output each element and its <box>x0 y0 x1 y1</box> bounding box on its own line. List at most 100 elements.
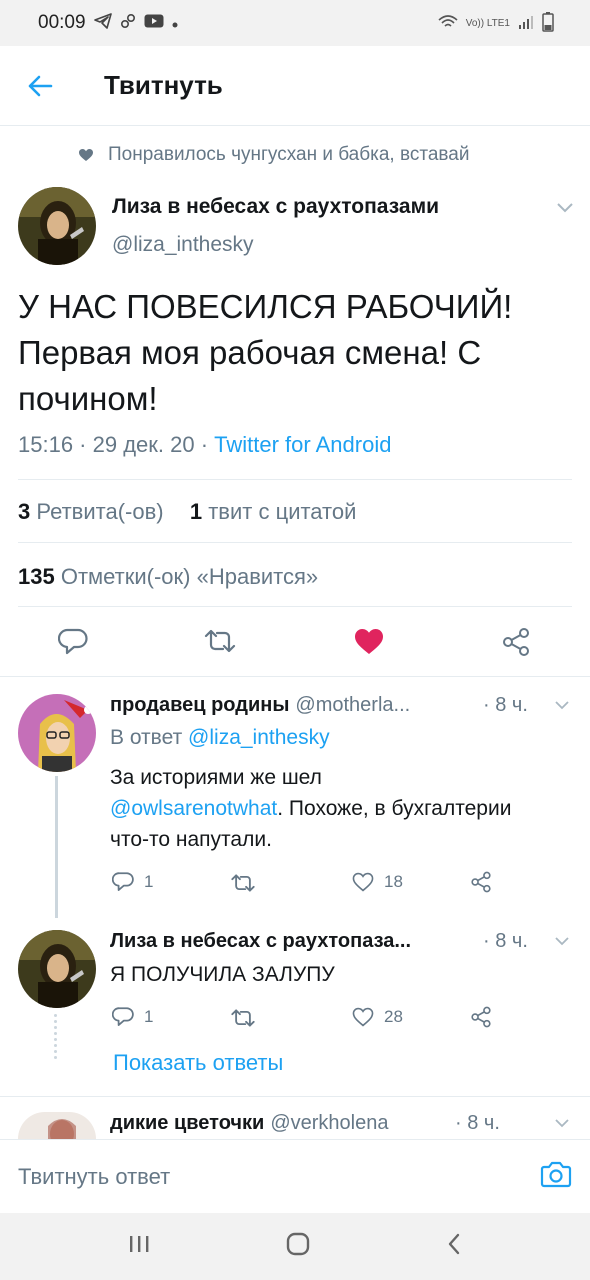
back-nav-icon[interactable] <box>446 1232 462 1261</box>
telegram-icon <box>93 13 112 33</box>
back-arrow-icon <box>28 75 53 96</box>
share-button[interactable] <box>501 627 531 657</box>
quotes-count: 1 <box>189 499 203 524</box>
retweet-icon <box>231 1009 255 1027</box>
reply-author-name[interactable]: Лиза в небесах с раухтопаза... <box>110 930 411 953</box>
reply-share-button[interactable] <box>470 871 492 893</box>
tweet-meta: 15:16 · 29 дек. 20 · Twitter for Android <box>18 432 391 458</box>
youtube-icon <box>144 14 164 32</box>
like-count: 18 <box>384 872 403 891</box>
tweet-source-link[interactable]: Twitter for Android <box>214 432 391 457</box>
reply-avatar[interactable] <box>18 694 96 772</box>
reply-reply-button[interactable]: 1 <box>112 871 153 893</box>
home-icon[interactable] <box>285 1231 311 1262</box>
reply-to-prefix: В ответ <box>110 726 189 749</box>
reply-time: · 8 ч. <box>483 694 528 716</box>
reply-retweet-button[interactable] <box>230 1008 256 1028</box>
likes-stats[interactable]: 135 Отметки(-ок) «Нравится» <box>18 564 318 590</box>
reply-author-name[interactable]: дикие цветочки <box>110 1112 264 1135</box>
reply-author-handle[interactable]: @verkholena <box>270 1112 388 1135</box>
reply-icon <box>112 872 134 891</box>
top-app-bar: Твитнуть <box>0 46 590 126</box>
reply-time: · 8 ч. <box>455 1112 500 1134</box>
reply-text: Я ПОЛУЧИЛА ЗАЛУПУ <box>110 963 335 986</box>
heart-outline-icon <box>352 1007 374 1027</box>
reply-count: 1 <box>144 1007 154 1026</box>
reply-author-handle[interactable]: @motherla... <box>295 694 410 717</box>
reply-avatar[interactable] <box>18 930 96 1008</box>
retweet-icon <box>231 874 255 892</box>
chevron-down-icon[interactable] <box>556 202 574 214</box>
wifi-icon <box>438 14 458 33</box>
retweet-icon <box>204 629 236 653</box>
author-avatar[interactable] <box>18 187 96 265</box>
reply-header: дикие цветочки @verkholena <box>110 1112 388 1135</box>
divider <box>18 606 572 607</box>
reply-retweet-button[interactable] <box>230 873 256 893</box>
social-context[interactable]: Понравилось чунгусхан и бабка, вставай <box>78 144 469 166</box>
recent-apps-icon[interactable] <box>128 1234 150 1259</box>
reply-to-line: В ответ @liza_inthesky <box>110 726 330 750</box>
divider <box>0 1096 590 1097</box>
reply-composer[interactable]: Твитнуть ответ <box>0 1139 590 1213</box>
chevron-down-icon[interactable] <box>554 700 570 710</box>
reply-button[interactable] <box>58 627 88 657</box>
page-title: Твитнуть <box>104 70 223 100</box>
heart-outline-icon <box>352 872 374 892</box>
reply-avatar[interactable] <box>18 1112 96 1139</box>
reply-icon <box>58 628 88 655</box>
divider <box>0 676 590 677</box>
thread-line <box>55 776 58 918</box>
back-button[interactable] <box>0 46 80 126</box>
likes-count: 135 <box>18 564 55 589</box>
retweets-label: Ретвита(-ов) <box>36 499 164 524</box>
heart-filled-icon <box>355 629 383 654</box>
reply-header: продавец родины @motherla... <box>110 694 410 717</box>
author-handle[interactable]: @liza_inthesky <box>112 233 254 257</box>
tweet-text: У НАС ПОВЕСИЛСЯ РАБОЧИЙ! Первая моя рабо… <box>18 288 513 417</box>
battery-icon <box>542 11 554 35</box>
share-icon <box>471 1006 491 1028</box>
retweet-button[interactable] <box>203 628 237 654</box>
reply-input-placeholder[interactable]: Твитнуть ответ <box>18 1164 540 1190</box>
chevron-down-icon[interactable] <box>554 1118 570 1128</box>
reply-share-button[interactable] <box>470 1006 492 1028</box>
network-label: Vo)) LTE1 <box>465 17 510 29</box>
reply-text: За историями же шел @owlsarenotwhat. Похо… <box>110 762 530 855</box>
divider <box>18 542 572 543</box>
thread-dots <box>54 1014 58 1062</box>
reply-to-handle-link[interactable]: @liza_inthesky <box>188 726 330 749</box>
dot-icon <box>172 15 178 32</box>
mention-link[interactable]: @owlsarenotwhat <box>110 797 277 820</box>
like-count: 28 <box>384 1007 403 1026</box>
status-time: 00:09 <box>38 12 86 33</box>
reply-header: Лиза в небесах с раухтопаза... <box>110 930 411 953</box>
reply-count: 1 <box>144 872 154 891</box>
link-icon <box>120 13 136 33</box>
reply-like-button[interactable]: 18 <box>352 872 403 892</box>
reply-icon <box>112 1007 134 1026</box>
quotes-label: твит с цитатой <box>208 499 357 524</box>
reply-text-line1: За историями же шел <box>110 766 322 789</box>
author-name[interactable]: Лиза в небесах с раухтопазами <box>112 195 439 219</box>
chevron-down-icon[interactable] <box>554 936 570 946</box>
signal-icon <box>518 14 534 33</box>
heart-small-icon <box>79 149 93 161</box>
tweet-timestamp: 15:16 · 29 дек. 20 · <box>18 432 215 457</box>
reply-time: · 8 ч. <box>483 930 528 952</box>
system-navigation-bar <box>0 1213 590 1280</box>
reply-reply-button[interactable]: 1 <box>112 1006 153 1028</box>
retweets-count: 3 <box>18 499 31 524</box>
likes-label: Отметки(-ок) «Нравится» <box>60 564 319 589</box>
status-bar: 00:09 Vo)) LTE1 <box>0 0 590 46</box>
share-icon <box>503 628 529 656</box>
reply-author-name[interactable]: продавец родины <box>110 694 289 717</box>
reply-like-button[interactable]: 28 <box>352 1007 403 1027</box>
share-icon <box>471 871 491 893</box>
camera-icon[interactable] <box>540 1160 572 1193</box>
divider <box>18 479 572 480</box>
show-replies-link[interactable]: Показать ответы <box>113 1050 283 1076</box>
liked-by-text: Понравилось чунгусхан и бабка, вставай <box>108 144 470 165</box>
retweet-stats[interactable]: 3 Ретвита(-ов) 1 твит с цитатой <box>18 499 356 525</box>
like-button[interactable] <box>354 628 384 655</box>
